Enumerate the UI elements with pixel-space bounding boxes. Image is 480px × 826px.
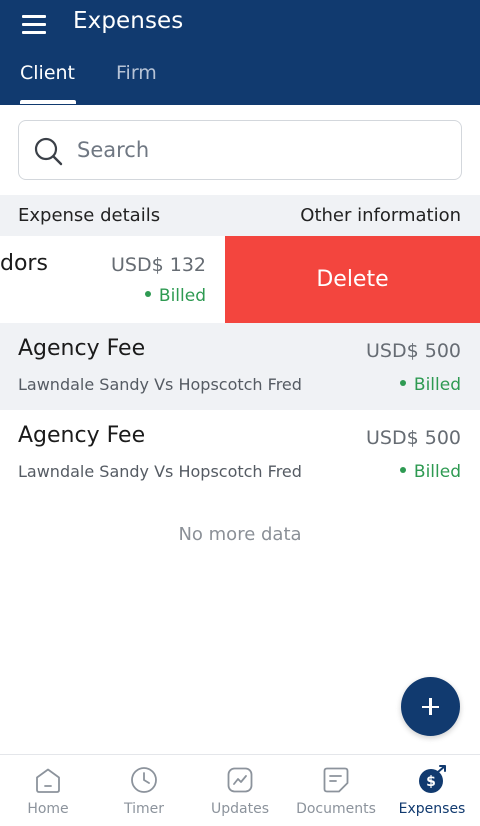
search-box[interactable] [18, 120, 462, 180]
bottom-nav: Home Timer Updates Documents $ Expenses [0, 754, 480, 826]
expense-amount: USD$ 132 [111, 254, 206, 276]
menu-icon[interactable] [20, 12, 50, 36]
delete-button[interactable]: Delete [225, 236, 480, 323]
page-title: Expenses [73, 8, 184, 34]
status-badge: Billed [399, 462, 461, 482]
app-bar: Expenses Client Firm [0, 0, 480, 105]
expense-matter: Lawndale Sandy Vs Hopscotch Fred [18, 462, 302, 481]
status-badge: Billed [144, 286, 206, 306]
document-icon [323, 767, 349, 793]
clock-icon [131, 767, 157, 793]
status-label: Billed [413, 462, 461, 482]
column-header-other-information: Other information [300, 205, 461, 226]
svg-text:$: $ [426, 774, 436, 790]
nav-label: Home [27, 801, 69, 817]
expense-name: Agency Fee [18, 336, 146, 361]
expense-name: dors [0, 251, 48, 276]
plus-icon-vertical [429, 698, 432, 715]
tab-firm[interactable]: Firm [116, 62, 157, 84]
expense-matter: Lawndale Sandy Vs Hopscotch Fred [18, 375, 302, 394]
expense-name: Agency Fee [18, 423, 146, 448]
expenses-screen: Expenses Client Firm Expense details Oth… [0, 0, 480, 826]
search-icon [34, 137, 63, 166]
add-expense-button[interactable] [401, 677, 460, 736]
column-header-expense-details: Expense details [18, 205, 161, 226]
end-of-list-message: No more data [178, 524, 302, 545]
status-badge: Billed [399, 375, 461, 395]
nav-item-expenses[interactable]: $ Expenses [384, 755, 480, 826]
status-dot [399, 467, 406, 473]
expense-row[interactable]: Agency Fee Lawndale Sandy Vs Hopscotch F… [0, 323, 480, 410]
expense-row[interactable]: Agency Fee Lawndale Sandy Vs Hopscotch F… [0, 410, 480, 497]
nav-label: Timer [123, 801, 165, 817]
tab-bar: Client Firm [0, 60, 480, 105]
active-tab-indicator [20, 100, 76, 104]
expense-amount: USD$ 500 [366, 427, 461, 449]
tab-client[interactable]: Client [20, 62, 75, 84]
nav-label: Documents [296, 801, 376, 817]
home-icon [36, 768, 60, 793]
status-dot [399, 380, 406, 386]
expense-dollar-icon: $ [419, 765, 446, 793]
trend-chart-icon [227, 767, 253, 793]
nav-item-home[interactable]: Home [0, 755, 96, 826]
nav-item-timer[interactable]: Timer [96, 755, 192, 826]
nav-item-documents[interactable]: Documents [288, 755, 384, 826]
status-dot [144, 291, 151, 297]
status-label: Billed [158, 286, 206, 306]
nav-label: Updates [211, 801, 269, 817]
swiped-row-content[interactable]: dors USD$ 132 Billed [0, 236, 225, 323]
expense-amount: USD$ 500 [366, 340, 461, 362]
list-column-header: Expense details Other information [0, 195, 480, 236]
nav-label: Expenses [398, 801, 466, 817]
swiped-expense-row[interactable]: dors USD$ 132 Billed Delete [0, 236, 480, 323]
nav-item-updates[interactable]: Updates [192, 755, 288, 826]
status-label: Billed [413, 375, 461, 395]
search-input[interactable] [77, 131, 447, 169]
